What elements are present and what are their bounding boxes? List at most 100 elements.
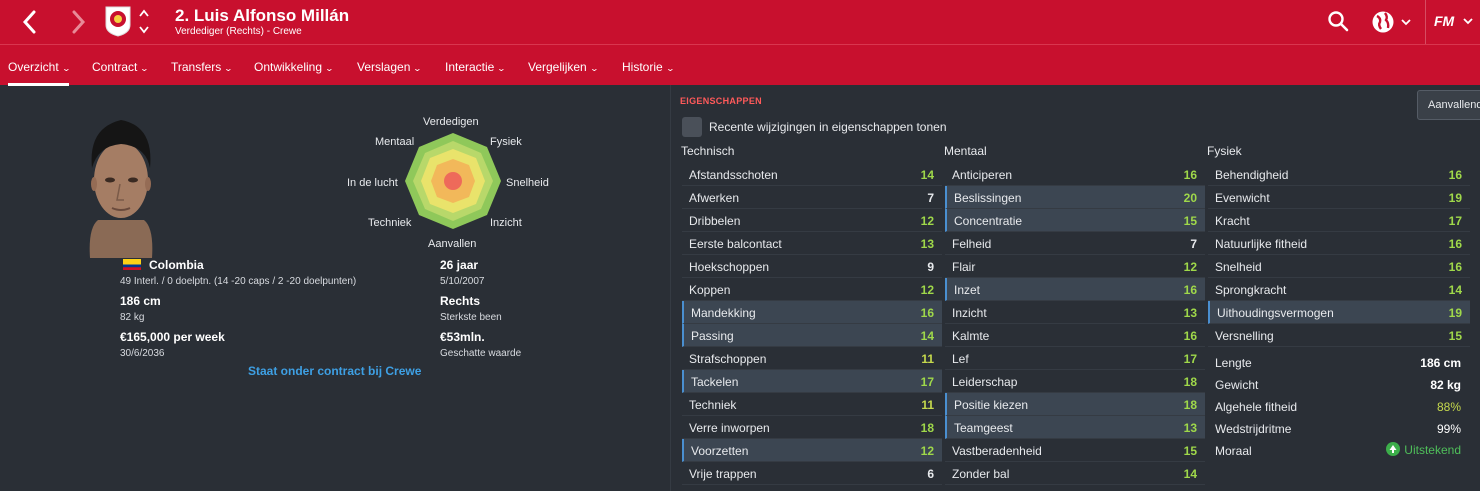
fm-logo[interactable]: FM xyxy=(1434,13,1454,29)
attribute-name: Natuurlijke fitheid xyxy=(1215,237,1308,251)
attribute-value: 15 xyxy=(1183,214,1197,228)
attribute-value: 17 xyxy=(1448,214,1462,228)
technical-attribute-row[interactable]: Hoekschoppen 9 xyxy=(682,255,942,278)
mental-attribute-row[interactable]: Felheid 7 xyxy=(945,232,1205,255)
contract-status-link[interactable]: Staat onder contract bij Crewe xyxy=(248,364,421,378)
market-value-label: Geschatte waarde xyxy=(440,348,522,359)
attribute-name: Lef xyxy=(952,352,969,366)
technical-attribute-row[interactable]: Passing 14 xyxy=(682,324,942,347)
player-name: 2. Luis Alfonso Millán xyxy=(175,6,350,25)
technical-attribute-row[interactable]: Techniek 11 xyxy=(682,393,942,416)
mental-attribute-row[interactable]: Leiderschap 18 xyxy=(945,370,1205,393)
technical-attribute-row[interactable]: Vrije trappen 6 xyxy=(682,462,942,485)
back-arrow-icon[interactable] xyxy=(18,8,42,36)
weight-value: 82 kg xyxy=(120,312,145,323)
attribute-value: 12 xyxy=(920,283,934,297)
mental-attribute-row[interactable]: Kalmte 16 xyxy=(945,324,1205,347)
attribute-name: Verre inworpen xyxy=(689,421,770,435)
attribute-value: 20 xyxy=(1183,191,1197,205)
attacking-view-button[interactable]: Aanvallend xyxy=(1417,90,1480,120)
radar-label-techniek: Techniek xyxy=(368,217,412,229)
attribute-value: 12 xyxy=(920,214,934,228)
preferred-foot: Rechts xyxy=(440,294,481,308)
attribute-value: 16 xyxy=(1183,168,1197,182)
attribute-name: Kracht xyxy=(1215,214,1250,228)
mental-attribute-row[interactable]: Inzicht 13 xyxy=(945,301,1205,324)
attribute-value: 18 xyxy=(920,421,934,435)
player-switch-icon[interactable] xyxy=(138,7,150,37)
attribute-name: Teamgeest xyxy=(954,421,1013,435)
attribute-name: Flair xyxy=(952,260,976,274)
overall-fitness-row: Algehele fitheid 88% xyxy=(1215,400,1461,414)
recent-changes-checkbox[interactable] xyxy=(682,117,702,137)
physical-attribute-row[interactable]: Natuurlijke fitheid 16 xyxy=(1208,232,1470,255)
radar-label-verdedigen: Verdedigen xyxy=(423,116,479,128)
technical-attribute-row[interactable]: Koppen 12 xyxy=(682,278,942,301)
recent-changes-label[interactable]: Recente wijzigingen in eigenschappen ton… xyxy=(709,120,947,134)
mental-attribute-row[interactable]: Vastberadenheid 15 xyxy=(945,439,1205,462)
technical-attribute-row[interactable]: Tackelen 17 xyxy=(682,370,942,393)
mental-attribute-row[interactable]: Lef 17 xyxy=(945,347,1205,370)
tab-interactie[interactable]: Interactie ⌄ xyxy=(445,45,506,86)
physical-height-row: Lengte 186 cm xyxy=(1215,356,1461,370)
attribute-name: Behendigheid xyxy=(1215,168,1289,182)
technical-attribute-row[interactable]: Eerste balcontact 13 xyxy=(682,232,942,255)
club-crest-icon[interactable] xyxy=(104,5,132,37)
attribute-value: 16 xyxy=(1448,237,1462,251)
attribute-name: Snelheid xyxy=(1215,260,1262,274)
attribute-name: Felheid xyxy=(952,237,992,251)
technical-column-title: Technisch xyxy=(681,144,735,158)
technical-attribute-row[interactable]: Strafschoppen 11 xyxy=(682,347,942,370)
mental-attribute-row[interactable]: Positie kiezen 18 xyxy=(945,393,1205,416)
attribute-value: 12 xyxy=(920,444,934,458)
mental-attribute-row[interactable]: Flair 12 xyxy=(945,255,1205,278)
technical-attribute-row[interactable]: Afstandsschoten 14 xyxy=(682,163,942,186)
mental-attribute-row[interactable]: Teamgeest 13 xyxy=(945,416,1205,439)
attribute-value: 14 xyxy=(920,168,934,182)
tab-ontwikkeling[interactable]: Ontwikkeling ⌄ xyxy=(254,45,334,86)
radar-label-snelheid: Snelheid xyxy=(506,177,549,189)
forward-arrow-icon[interactable] xyxy=(66,8,90,36)
morale-row[interactable]: Moraal Uitstekend xyxy=(1209,439,1469,461)
tab-verslagen[interactable]: Verslagen ⌄ xyxy=(357,45,422,86)
chevron-down-icon[interactable] xyxy=(1462,16,1474,26)
physical-attribute-row[interactable]: Sprongkracht 14 xyxy=(1208,278,1470,301)
technical-attribute-row[interactable]: Mandekking 16 xyxy=(682,301,942,324)
technical-attribute-row[interactable]: Dribbelen 12 xyxy=(682,209,942,232)
attribute-name: Passing xyxy=(691,329,734,343)
tab-contract[interactable]: Contract ⌄ xyxy=(92,45,149,86)
mental-attribute-row[interactable]: Beslissingen 20 xyxy=(945,186,1205,209)
mental-attribute-row[interactable]: Anticiperen 16 xyxy=(945,163,1205,186)
attribute-value: 9 xyxy=(927,260,934,274)
physical-attribute-row[interactable]: Snelheid 16 xyxy=(1208,255,1470,278)
globe-icon[interactable] xyxy=(1371,10,1415,34)
attribute-value: 16 xyxy=(1183,283,1197,297)
tab-overzicht[interactable]: Overzicht ⌄ xyxy=(8,45,71,86)
attribute-value: 6 xyxy=(927,467,934,481)
attribute-name: Uithoudingsvermogen xyxy=(1217,306,1334,320)
attribute-name: Leiderschap xyxy=(952,375,1018,389)
tab-historie[interactable]: Historie ⌄ xyxy=(622,45,675,86)
physical-attribute-row[interactable]: Uithoudingsvermogen 19 xyxy=(1208,301,1470,324)
search-icon[interactable] xyxy=(1327,10,1349,32)
mental-attribute-row[interactable]: Concentratie 15 xyxy=(945,209,1205,232)
age-value: 26 jaar xyxy=(440,258,479,272)
technical-attribute-row[interactable]: Voorzetten 12 xyxy=(682,439,942,462)
attribute-value: 13 xyxy=(920,237,934,251)
mental-attribute-row[interactable]: Inzet 16 xyxy=(945,278,1205,301)
technical-attribute-row[interactable]: Afwerken 7 xyxy=(682,186,942,209)
tab-vergelijken[interactable]: Vergelijken ⌄ xyxy=(528,45,599,86)
nationality[interactable]: Colombia xyxy=(149,258,204,272)
tab-transfers[interactable]: Transfers ⌄ xyxy=(171,45,233,86)
physical-attribute-row[interactable]: Kracht 17 xyxy=(1208,209,1470,232)
attribute-value: 18 xyxy=(1183,398,1197,412)
technical-attribute-row[interactable]: Verre inworpen 18 xyxy=(682,416,942,439)
physical-attribute-row[interactable]: Evenwicht 19 xyxy=(1208,186,1470,209)
attribute-value: 16 xyxy=(1183,329,1197,343)
attribute-value: 12 xyxy=(1183,260,1197,274)
attribute-name: Eerste balcontact xyxy=(689,237,782,251)
physical-attribute-row[interactable]: Behendigheid 16 xyxy=(1208,163,1470,186)
physical-attribute-row[interactable]: Versnelling 15 xyxy=(1208,324,1470,347)
mental-attribute-row[interactable]: Zonder bal 14 xyxy=(945,462,1205,485)
physical-weight-row: Gewicht 82 kg xyxy=(1215,378,1461,392)
